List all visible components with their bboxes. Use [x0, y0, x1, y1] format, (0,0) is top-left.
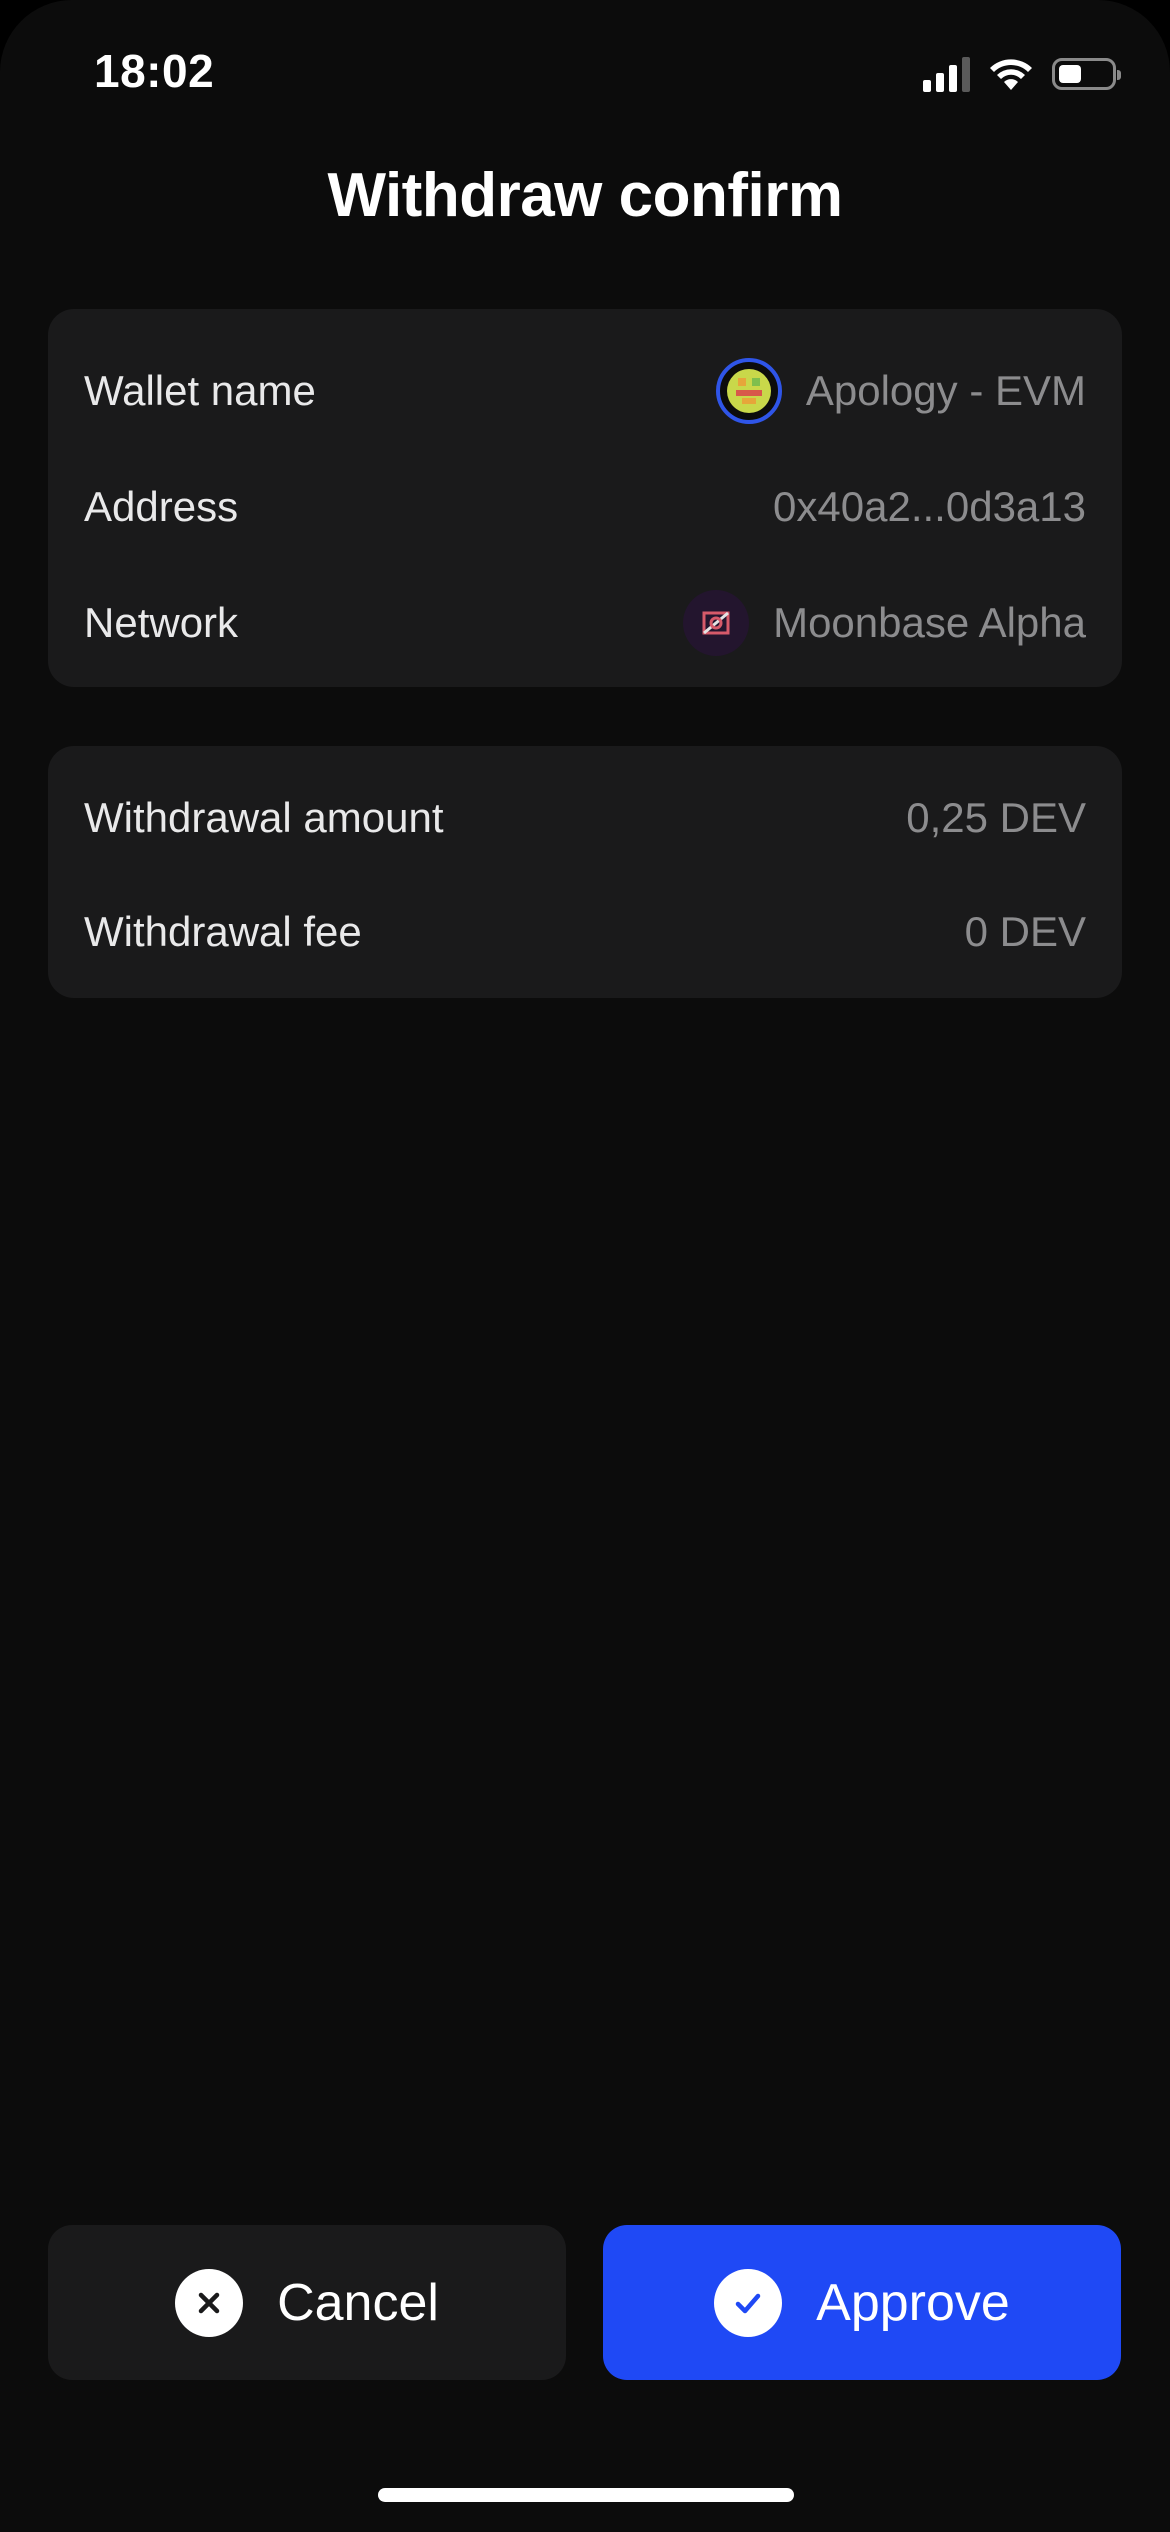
wallet-name-row: Wallet name Apology - EVM: [84, 351, 1086, 431]
withdrawal-fee-label: Withdrawal fee: [84, 908, 362, 955]
withdrawal-amount-value: 0,25 DEV: [906, 794, 1086, 841]
wallet-name-value: Apology - EVM: [805, 367, 1086, 414]
wallet-name-label: Wallet name: [84, 367, 316, 414]
address-row: Address 0x40a2...0d3a13: [84, 467, 1086, 547]
amount-card: Withdrawal amount 0,25 DEV Withdrawal fe…: [48, 746, 1122, 998]
cellular-signal-icon: [923, 56, 970, 92]
cancel-button-label: Cancel: [277, 2273, 439, 2332]
wallet-info-card: Wallet name Apology - EVM Address 0x40a2…: [48, 309, 1122, 687]
wifi-icon: [990, 59, 1032, 90]
network-value-group: Moonbase Alpha: [683, 590, 1086, 656]
status-icons: [923, 52, 1121, 96]
battery-icon: [1052, 58, 1121, 90]
approve-button[interactable]: Approve: [603, 2225, 1121, 2380]
withdrawal-amount-label: Withdrawal amount: [84, 794, 444, 841]
withdrawal-fee-value: 0 DEV: [964, 908, 1086, 955]
network-row: Network Moonbase Alpha: [84, 583, 1086, 663]
wallet-name-value-group: Apology - EVM: [715, 358, 1086, 424]
withdrawal-amount-row: Withdrawal amount 0,25 DEV: [84, 778, 1086, 858]
home-indicator[interactable]: [378, 2488, 794, 2502]
network-label: Network: [84, 599, 239, 646]
status-time: 18:02: [94, 45, 215, 97]
address-label: Address: [84, 483, 239, 530]
withdrawal-fee-row: Withdrawal fee 0 DEV: [84, 892, 1086, 972]
page-title: Withdraw confirm: [327, 161, 843, 230]
close-icon: [175, 2268, 244, 2337]
address-value: 0x40a2...0d3a13: [773, 483, 1086, 530]
wallet-avatar-icon: [715, 358, 782, 424]
check-icon: [714, 2268, 783, 2337]
network-value: Moonbase Alpha: [773, 599, 1086, 646]
approve-button-label: Approve: [816, 2273, 1010, 2332]
moonbase-alpha-icon: [683, 590, 750, 656]
cancel-button[interactable]: Cancel: [48, 2225, 566, 2380]
withdraw-confirm-screen: 18:02 Withdraw confirm Wallet name Apolo…: [0, 0, 1170, 2532]
